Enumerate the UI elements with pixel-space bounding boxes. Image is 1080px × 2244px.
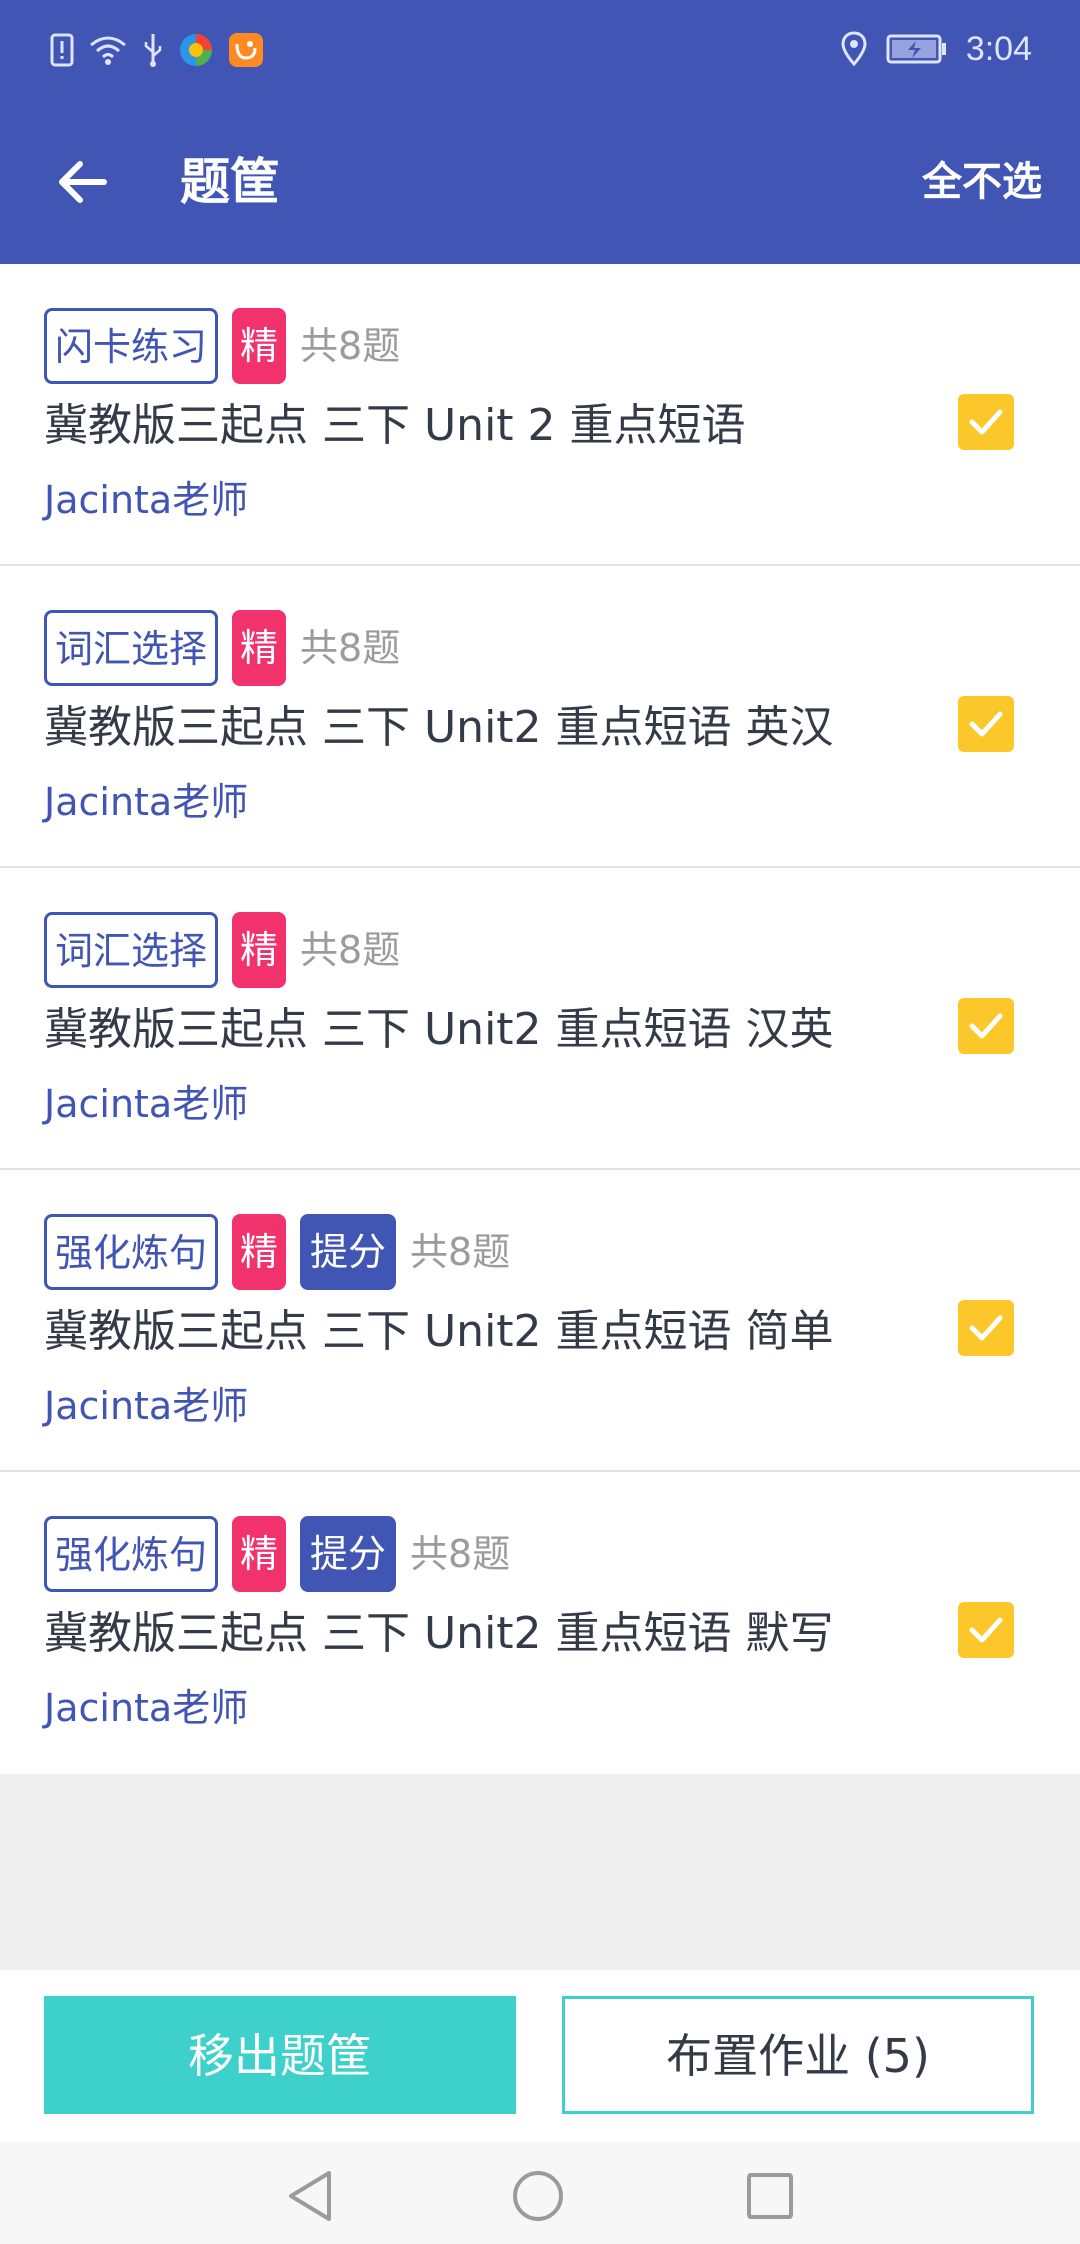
bottom-action-bar: 移出题筐 布置作业 (5) (0, 1970, 1080, 2142)
arrow-left-icon (59, 161, 107, 203)
assign-homework-button[interactable]: 布置作业 (5) (562, 1996, 1034, 2114)
item-title: 冀教版三起点 三下 Unit2 重点短语 汉英 (44, 1004, 834, 1055)
type-tag: 闪卡练习 (44, 308, 219, 384)
tag-row: 闪卡练习 精 共8题 (44, 308, 400, 384)
list-item[interactable]: 强化炼句 精 提分 共8题 冀教版三起点 三下 Unit2 重点短语 简单 Ja… (0, 1170, 1080, 1472)
type-tag: 强化炼句 (44, 1516, 219, 1592)
wifi-icon (90, 36, 126, 65)
item-checkbox[interactable] (958, 1602, 1014, 1658)
item-title: 冀教版三起点 三下 Unit2 重点短语 默写 (44, 1608, 834, 1659)
deselect-all-button[interactable]: 全不选 (922, 142, 1042, 222)
app-bar: 题筐 全不选 (0, 98, 1080, 264)
teacher-name: Jacinta老师 (44, 1384, 249, 1428)
item-checkbox[interactable] (958, 394, 1014, 450)
teacher-name: Jacinta老师 (44, 780, 249, 824)
nav-recents-button[interactable] (742, 2168, 798, 2224)
usb-icon (144, 34, 162, 67)
checkmark-icon (969, 409, 1003, 435)
alert-icon (50, 33, 74, 67)
type-tag: 词汇选择 (44, 912, 219, 988)
status-bar: 3:04 (0, 0, 1080, 98)
featured-tag: 精 (232, 1214, 287, 1290)
teacher-name: Jacinta老师 (44, 478, 249, 522)
checkmark-icon (969, 711, 1003, 737)
question-count: 共8题 (300, 626, 401, 670)
status-icons-left (50, 28, 264, 72)
page-title: 题筐 (180, 153, 280, 211)
featured-tag: 精 (232, 1516, 287, 1592)
question-count: 共8题 (300, 928, 401, 972)
item-checkbox[interactable] (958, 1300, 1014, 1356)
teacher-name: Jacinta老师 (44, 1686, 249, 1730)
item-title: 冀教版三起点 三下 Unit2 重点短语 英汉 (44, 702, 834, 753)
checkmark-icon (969, 1315, 1003, 1341)
triangle-back-icon (289, 2171, 331, 2221)
question-count: 共8题 (300, 324, 401, 368)
question-basket-list: 闪卡练习 精 共8题 冀教版三起点 三下 Unit 2 重点短语 Jacinta… (0, 264, 1080, 1774)
tag-row: 词汇选择 精 共8题 (44, 912, 400, 988)
location-icon (841, 31, 867, 67)
boost-tag: 提分 (300, 1516, 397, 1592)
list-item[interactable]: 闪卡练习 精 共8题 冀教版三起点 三下 Unit 2 重点短语 Jacinta… (0, 264, 1080, 566)
item-title: 冀教版三起点 三下 Unit2 重点短语 简单 (44, 1306, 834, 1357)
list-item[interactable]: 词汇选择 精 共8题 冀教版三起点 三下 Unit2 重点短语 英汉 Jacin… (0, 566, 1080, 868)
list-item[interactable]: 强化炼句 精 提分 共8题 冀教版三起点 三下 Unit2 重点短语 默写 Ja… (0, 1472, 1080, 1774)
featured-tag: 精 (232, 912, 287, 988)
square-recents-icon (747, 2173, 793, 2219)
status-time: 3:04 (965, 29, 1032, 68)
list-item[interactable]: 词汇选择 精 共8题 冀教版三起点 三下 Unit2 重点短语 汉英 Jacin… (0, 868, 1080, 1170)
remove-from-basket-button[interactable]: 移出题筐 (44, 1996, 516, 2114)
tag-row: 强化炼句 精 提分 共8题 (44, 1516, 510, 1592)
tag-row: 强化炼句 精 提分 共8题 (44, 1214, 510, 1290)
nav-home-button[interactable] (510, 2168, 566, 2224)
featured-tag: 精 (232, 610, 287, 686)
circle-home-icon (513, 2171, 563, 2221)
featured-tag: 精 (232, 308, 287, 384)
browser-app-icon (180, 34, 212, 66)
nav-back-button[interactable] (282, 2168, 338, 2224)
question-count: 共8题 (410, 1532, 511, 1576)
tag-row: 词汇选择 精 共8题 (44, 610, 400, 686)
item-checkbox[interactable] (958, 696, 1014, 752)
type-tag: 词汇选择 (44, 610, 219, 686)
question-count: 共8题 (410, 1230, 511, 1274)
item-checkbox[interactable] (958, 998, 1014, 1054)
back-button[interactable] (42, 142, 122, 222)
checkmark-icon (969, 1013, 1003, 1039)
boost-tag: 提分 (300, 1214, 397, 1290)
item-title: 冀教版三起点 三下 Unit 2 重点短语 (44, 400, 746, 451)
teacher-name: Jacinta老师 (44, 1082, 249, 1126)
checkmark-icon (969, 1617, 1003, 1643)
uc-app-icon (229, 33, 263, 67)
status-icons-right: 3:04 (840, 24, 1032, 74)
battery-icon (886, 34, 946, 64)
type-tag: 强化炼句 (44, 1214, 219, 1290)
system-nav-bar (0, 2142, 1080, 2244)
